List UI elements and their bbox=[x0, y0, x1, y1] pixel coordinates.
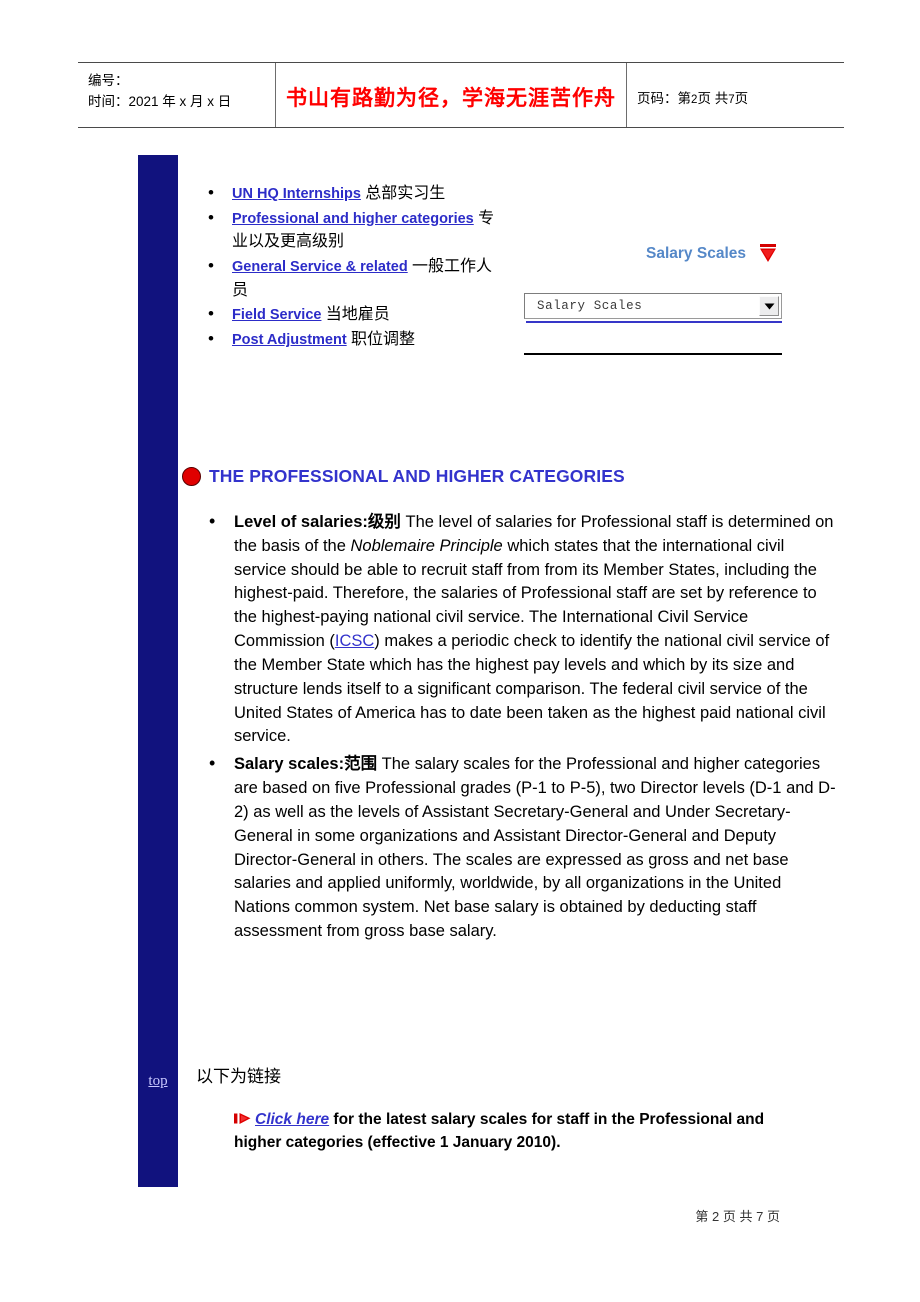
nav-link-list: UN HQ Internships 总部实习生 Professional and… bbox=[196, 181, 507, 352]
bullet-1-text: The salary scales for the Professional a… bbox=[234, 755, 836, 941]
list-item: Field Service 当地雇员 bbox=[208, 302, 507, 327]
header-time-label: 时间： bbox=[88, 93, 129, 109]
footer-page-current: 2 bbox=[711, 1209, 720, 1224]
header-time-line: 时间：2021 年 x 月 x 日 bbox=[88, 92, 265, 113]
nav-link-field-service[interactable]: Field Service bbox=[232, 307, 321, 323]
header-motto: 书山有路勤为径，学海无涯苦作舟 bbox=[286, 85, 617, 110]
top-link[interactable]: top bbox=[138, 1073, 178, 1090]
document-header: 编号： 时间：2021 年 x 月 x 日 书山有路勤为径，学海无涯苦作舟 页码… bbox=[78, 62, 844, 128]
page-footer: 第 2 页 共 7 页 bbox=[695, 1206, 780, 1225]
nav-label-cn-3: 当地雇员 bbox=[325, 306, 390, 324]
salary-scales-select[interactable]: Salary Scales bbox=[524, 293, 782, 319]
header-page-unit: 页 bbox=[697, 90, 711, 106]
blue-sidebar: top bbox=[138, 155, 178, 1187]
header-row: 编号： 时间：2021 年 x 月 x 日 书山有路勤为径，学海无涯苦作舟 页码… bbox=[78, 63, 844, 127]
header-id-label: 编号： bbox=[88, 73, 129, 88]
footer-total-unit: 页 bbox=[766, 1209, 780, 1224]
bullet-1-lead-cn: 范围 bbox=[344, 754, 378, 774]
header-page-current-prefix: 第 bbox=[677, 90, 692, 106]
list-item: UN HQ Internships 总部实习生 bbox=[208, 181, 507, 206]
nav-link-professional-and-higher-categories[interactable]: Professional and higher categories bbox=[232, 211, 474, 227]
bullet-0-lead-cn: 级别 bbox=[367, 512, 401, 531]
list-item: Salary scales:范围 The salary scales for t… bbox=[209, 750, 838, 944]
link-icsc[interactable]: ICSC bbox=[335, 632, 374, 650]
salary-scales-title: Salary Scales bbox=[646, 245, 746, 262]
links-intro-text: 以下为链接 bbox=[196, 1067, 281, 1086]
list-item: Post Adjustment 职位调整 bbox=[208, 327, 507, 352]
nav-label-cn-4: 职位调整 bbox=[350, 330, 415, 348]
bullet-1-lead: Salary scales: bbox=[234, 755, 345, 774]
header-meta-cell: 编号： 时间：2021 年 x 月 x 日 bbox=[78, 63, 277, 127]
list-item: General Service & related 一般工作人员 bbox=[208, 254, 507, 302]
header-table: 编号： 时间：2021 年 x 月 x 日 书山有路勤为径，学海无涯苦作舟 页码… bbox=[78, 63, 844, 127]
nav-link-un-hq-internships[interactable]: UN HQ Internships bbox=[232, 186, 361, 202]
salary-scales-widget: Salary Scales Salary Scales bbox=[524, 243, 782, 356]
bullet-0-lead: Level of salaries: bbox=[234, 513, 368, 531]
red-circle-icon bbox=[182, 467, 201, 486]
red-funnel-icon bbox=[758, 243, 778, 265]
header-page-total-unit: 页 bbox=[734, 90, 749, 106]
list-item: Level of salaries:级别 The level of salari… bbox=[209, 508, 838, 749]
page-title: THE PROFESSIONAL AND HIGHER CATEGORIES bbox=[182, 466, 625, 487]
chevron-down-icon[interactable] bbox=[759, 296, 779, 316]
header-motto-cell: 书山有路勤为径，学海无涯苦作舟 bbox=[275, 63, 628, 127]
nav-label-cn-0: 总部实习生 bbox=[365, 185, 446, 202]
nav-link-post-adjustment[interactable]: Post Adjustment bbox=[232, 332, 347, 348]
footer-page-prefix: 第 bbox=[695, 1209, 709, 1224]
header-pagination-cell: 页码：第2页 共7页 bbox=[627, 63, 844, 127]
footer-total: 7 bbox=[756, 1209, 764, 1224]
footer-total-prefix: 共 bbox=[739, 1209, 753, 1224]
nav-link-general-service-related[interactable]: General Service & related bbox=[232, 259, 408, 275]
red-play-triangle-icon bbox=[234, 1109, 252, 1124]
salary-scales-header: Salary Scales bbox=[524, 243, 782, 269]
salary-scales-select-value: Salary Scales bbox=[537, 299, 643, 313]
click-here-block: Click here for the latest salary scales … bbox=[234, 1108, 804, 1155]
header-time-value: 2021 年 x 月 x 日 bbox=[128, 93, 232, 109]
list-item: Professional and higher categories 专业以及更… bbox=[208, 206, 507, 254]
page-title-text: THE PROFESSIONAL AND HIGHER CATEGORIES bbox=[209, 466, 625, 486]
bullet-0-italic: Noblemaire Principle bbox=[350, 536, 503, 555]
divider-blue bbox=[526, 321, 782, 323]
header-page-total-prefix: 共 bbox=[714, 90, 729, 106]
footer-page-unit: 页 bbox=[722, 1209, 736, 1224]
header-page-label: 页码： bbox=[637, 90, 678, 106]
divider-black bbox=[524, 353, 782, 356]
body-bullet-list: Level of salaries:级别 The level of salari… bbox=[196, 508, 838, 947]
click-here-link[interactable]: Click here bbox=[255, 1111, 329, 1128]
